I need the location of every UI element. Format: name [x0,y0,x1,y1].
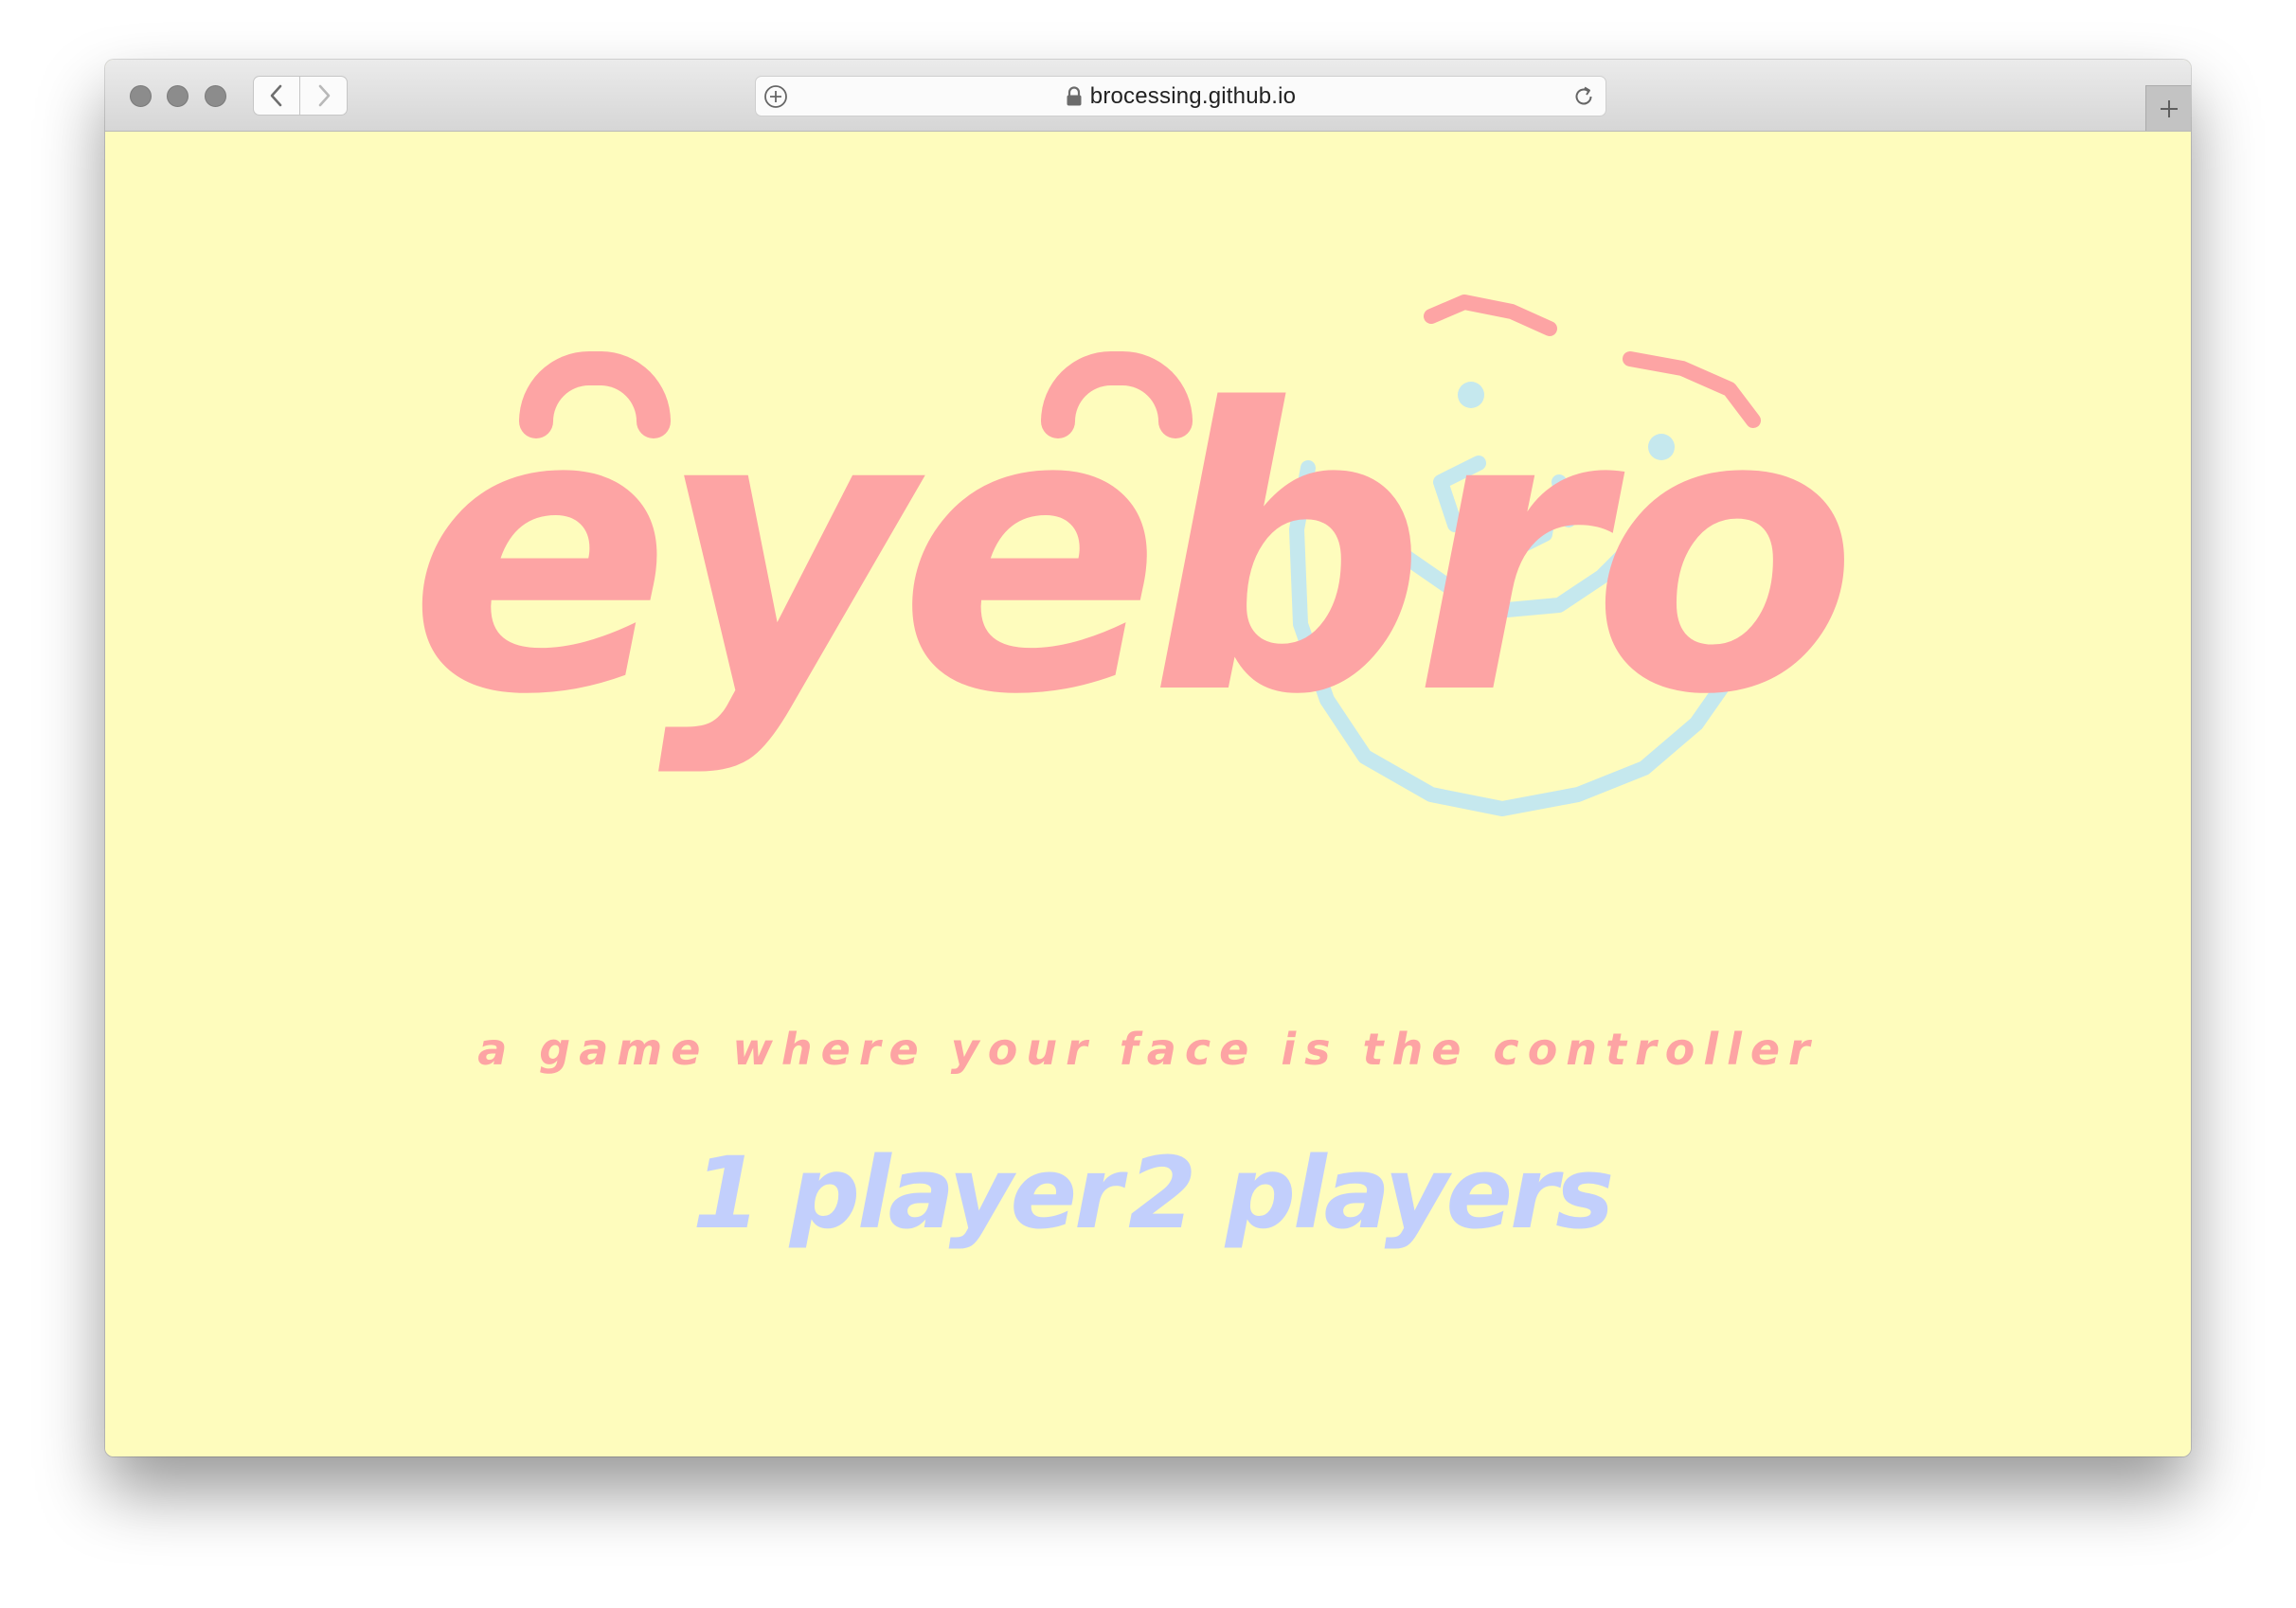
chevron-right-icon [318,84,330,107]
browser-toolbar: brocessing.github.io [105,60,2191,132]
back-button[interactable] [253,76,300,116]
forward-button[interactable] [300,76,348,116]
url-text: brocessing.github.io [1089,82,1297,109]
plus-icon [2160,99,2178,117]
url-display: brocessing.github.io [756,77,1605,116]
game-tagline: a game where your face is the controller [477,1024,1819,1075]
one-player-button[interactable]: 1 player [692,1135,1122,1251]
page-content: eyebro a game where your face is the con… [105,132,2191,1456]
maximize-window-button[interactable] [205,85,226,107]
two-players-button[interactable]: 2 players [1128,1135,1614,1251]
address-bar[interactable]: brocessing.github.io [755,76,1606,116]
close-window-button[interactable] [130,85,152,107]
minimize-window-button[interactable] [167,85,188,107]
face-left-eyebrow [1424,295,1557,336]
new-tab-button[interactable] [2145,85,2191,131]
lock-icon [1067,85,1082,105]
reload-icon[interactable] [1571,84,1596,109]
chevron-left-icon [270,84,282,107]
browser-window: brocessing.github.io eyebro a game where… [105,60,2191,1456]
